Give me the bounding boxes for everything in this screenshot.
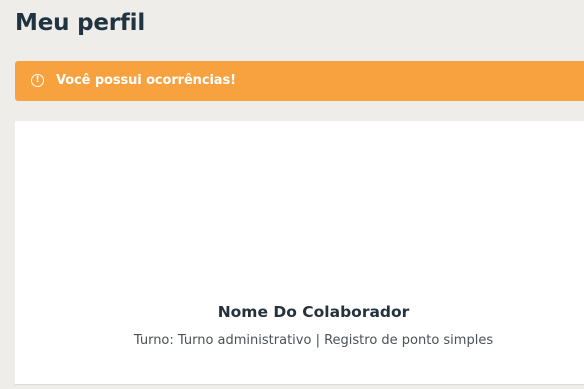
profile-page: Meu perfil ! Você possui ocorrências! No… [0, 0, 584, 389]
alert-message: Você possui ocorrências! [56, 73, 236, 88]
employee-shift-info: Turno: Turno administrativo | Registro d… [133, 333, 494, 348]
page-title: Meu perfil [15, 10, 146, 36]
employee-name: Nome Do Colaborador [217, 303, 410, 321]
occurrences-alert[interactable]: ! Você possui ocorrências! [15, 61, 584, 101]
info-icon: ! [31, 74, 44, 87]
profile-card: Nome Do Colaborador Turno: Turno adminis… [15, 121, 584, 385]
